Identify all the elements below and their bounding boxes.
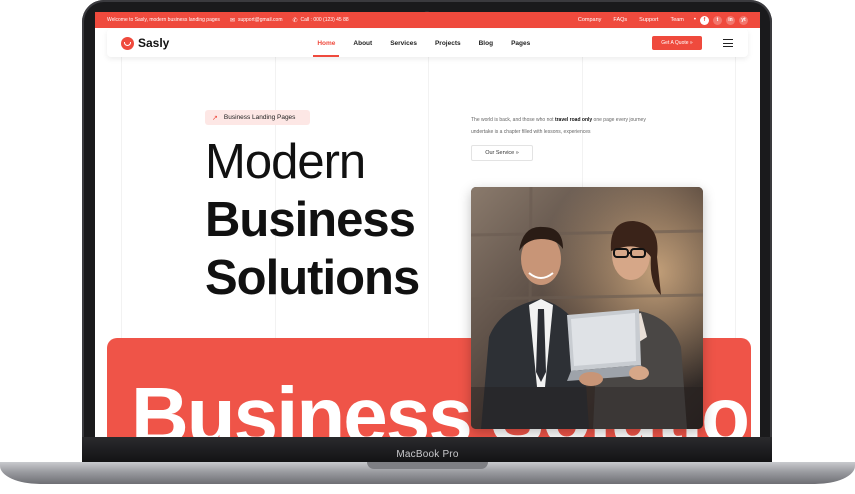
device-label: MacBook Pro — [396, 449, 459, 460]
topbar-link-faqs[interactable]: FAQs — [613, 17, 627, 23]
facebook-icon[interactable]: f — [700, 15, 709, 25]
hero-title: Modern Business Solutions — [205, 135, 420, 312]
hero-title-line-2: Business — [205, 193, 416, 247]
separator-dot: • — [693, 17, 696, 23]
topbar-link-team[interactable]: Team — [670, 17, 683, 23]
welcome-text: Welcome to Sasly, modern business landin… — [107, 17, 220, 23]
nav-item-about[interactable]: About — [353, 40, 372, 47]
hero-title-line-3: Solutions — [205, 251, 420, 305]
our-service-button[interactable]: Our Service » — [471, 145, 533, 161]
email-text: support@gmail.com — [237, 17, 283, 23]
mail-icon: ✉ — [229, 17, 235, 24]
hero-description: The world is back, and those who not tra… — [471, 114, 656, 138]
linkedin-icon[interactable]: in — [726, 15, 735, 25]
hero-badge-label: Business Landing Pages — [223, 114, 296, 121]
business-people-photo — [471, 187, 703, 429]
desc-text-1: The world is back, and those who not — [471, 117, 555, 123]
topbar-link-company[interactable]: Company — [578, 17, 602, 23]
nav-item-home[interactable]: Home — [313, 40, 340, 57]
screen: Welcome to Sasly, modern business landin… — [95, 12, 760, 437]
phone-info[interactable]: ✆ Call : 000 (123) 45 88 — [293, 17, 349, 24]
topbar-link-support[interactable]: Support — [639, 17, 658, 23]
main-navbar: Sasly Home About Services Projects Blog … — [107, 29, 748, 57]
nav-item-projects[interactable]: Projects — [435, 40, 461, 47]
base-notch — [367, 462, 488, 469]
nav-item-blog[interactable]: Blog — [479, 40, 493, 47]
nav-menu: Home About Services Projects Blog Pages — [313, 40, 548, 57]
nav-item-services[interactable]: Services — [390, 40, 417, 47]
email-info[interactable]: ✉ support@gmail.com — [230, 17, 283, 24]
arrow-up-right-icon: ↗ — [212, 114, 218, 122]
brand-logo[interactable]: Sasly — [121, 36, 169, 50]
get-a-quote-button[interactable]: Get A Quote » — [652, 36, 702, 50]
phone-text: Call : 000 (123) 45 88 — [300, 17, 349, 23]
menu-icon[interactable] — [723, 39, 733, 50]
hero-title-line-1: Modern — [205, 135, 366, 189]
logo-icon — [121, 36, 134, 50]
photo-illustration — [471, 187, 703, 429]
twitter-icon[interactable]: t — [713, 15, 722, 25]
desc-text-bold: travel road only — [554, 117, 593, 123]
nav-item-pages[interactable]: Pages — [511, 40, 530, 47]
youtube-icon[interactable]: yt — [739, 15, 748, 25]
phone-icon: ✆ — [292, 17, 298, 24]
hero-badge: ↗ Business Landing Pages — [205, 110, 310, 125]
top-bar: Welcome to Sasly, modern business landin… — [95, 12, 760, 28]
brand-name: Sasly — [138, 36, 170, 50]
